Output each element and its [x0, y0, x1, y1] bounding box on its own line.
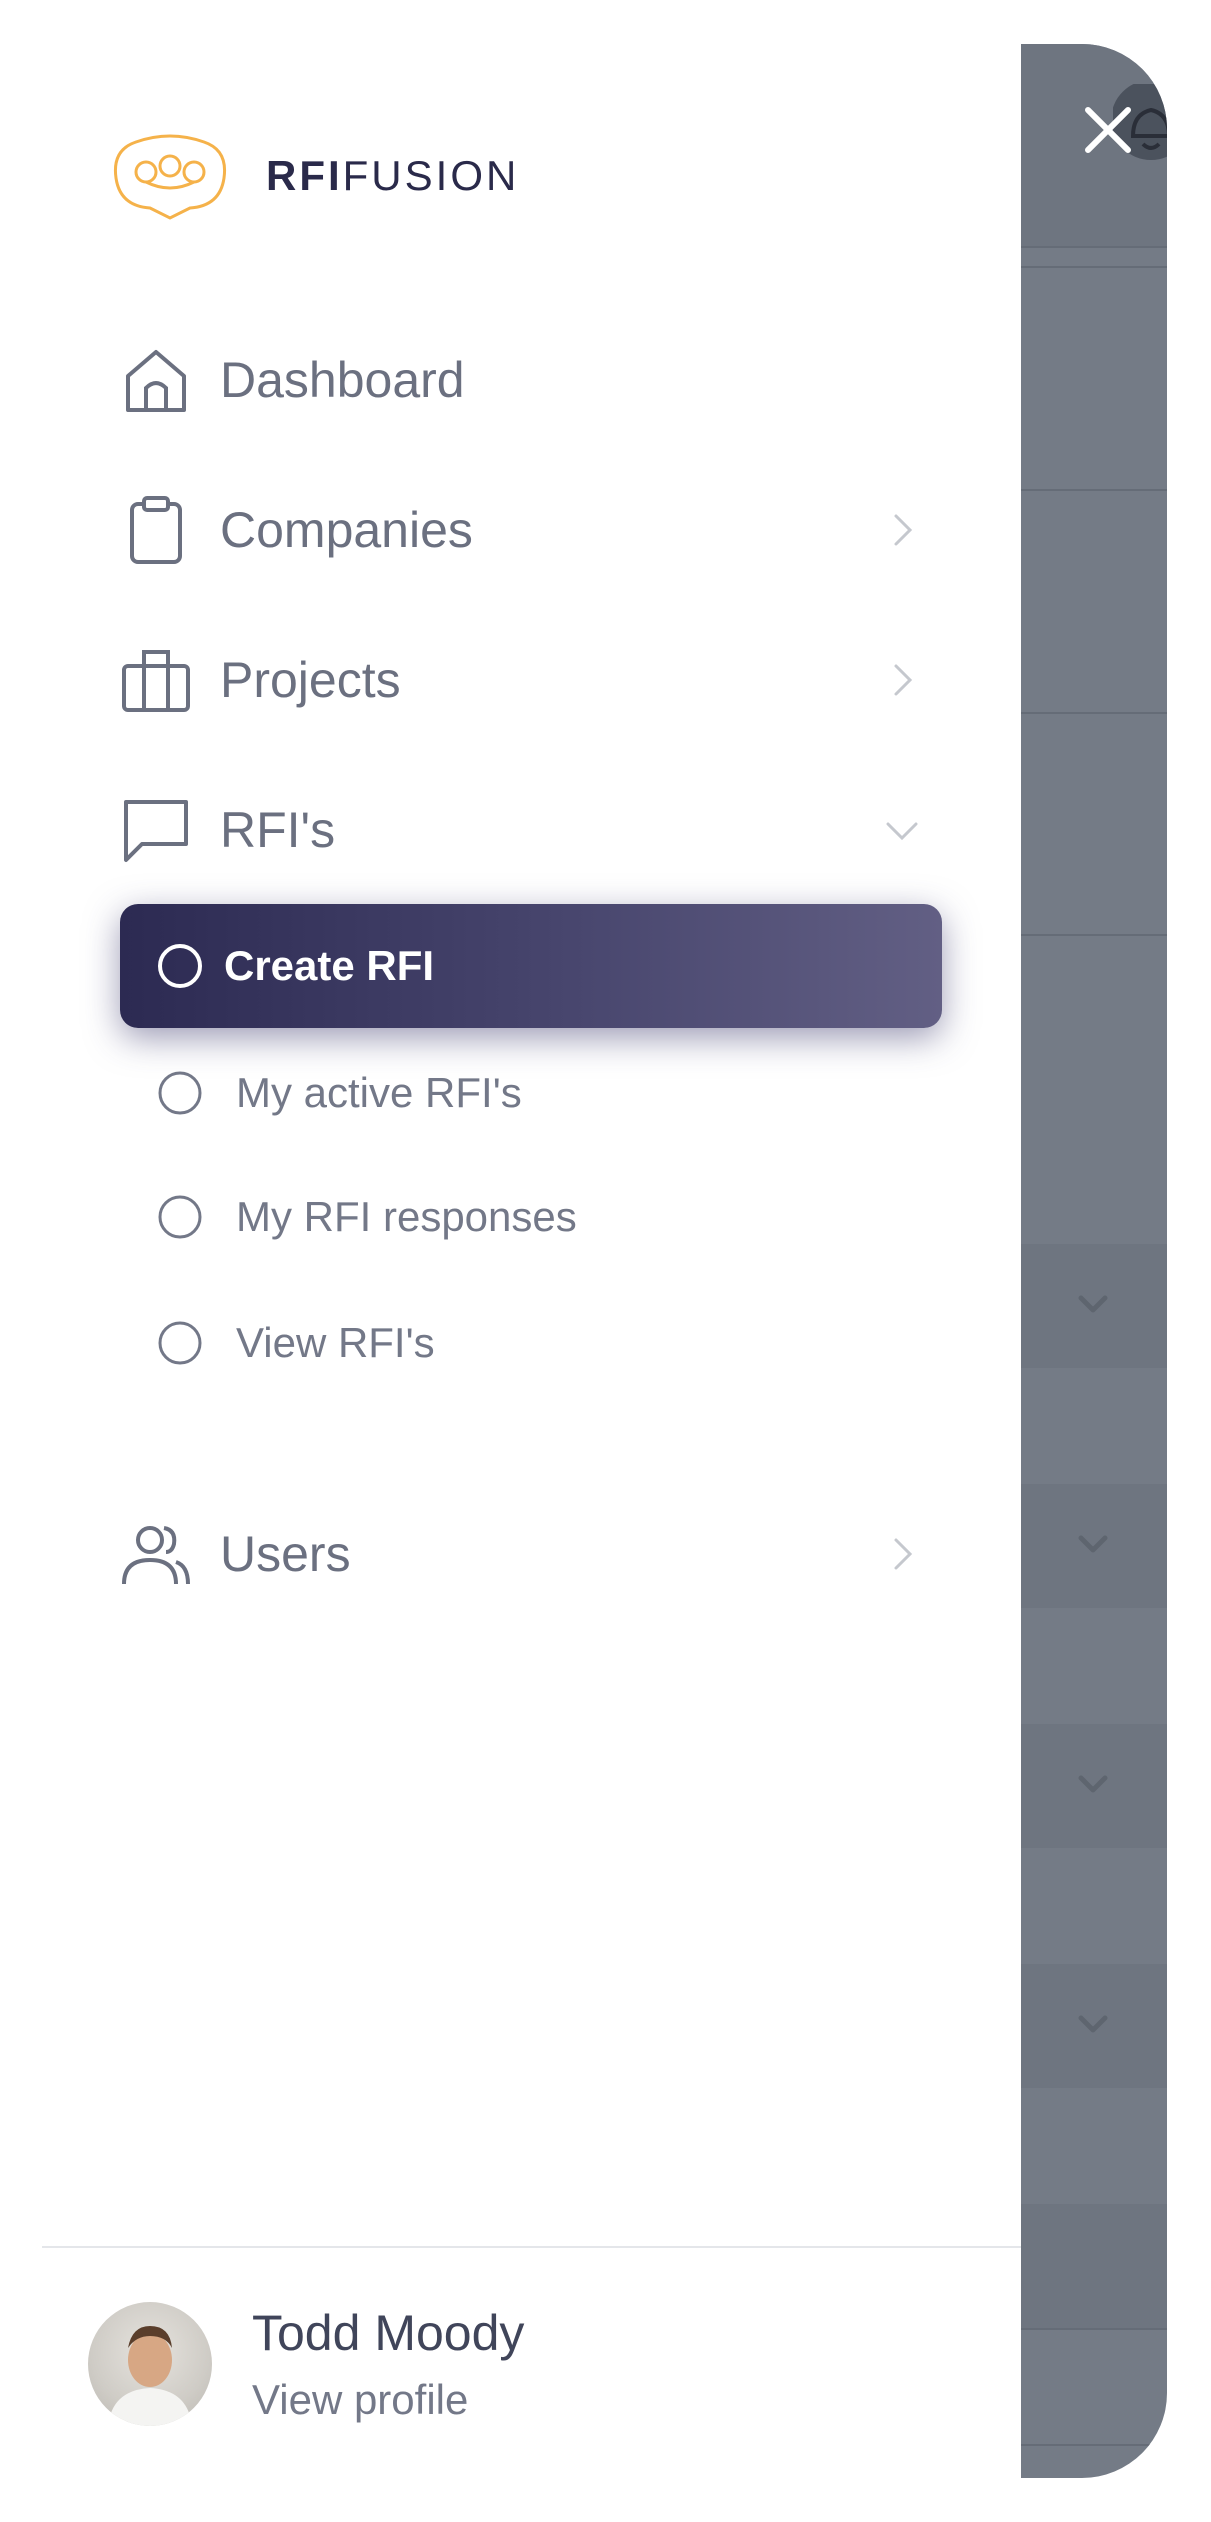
- overlay-band: [1021, 2204, 1167, 2328]
- logo-icon: [113, 134, 227, 220]
- view-profile-link[interactable]: View profile: [252, 2376, 524, 2424]
- divider: [1021, 246, 1167, 248]
- nav-label-rfis: RFI's: [220, 802, 336, 858]
- divider: [1021, 266, 1167, 268]
- radio-icon: [158, 944, 202, 988]
- home-icon: [120, 344, 192, 416]
- chevron-right-icon: [894, 1538, 913, 1570]
- nav-item-dashboard[interactable]: Dashboard: [120, 340, 940, 420]
- divider: [1021, 934, 1167, 936]
- brand-logo[interactable]: RFIFUSION: [106, 132, 519, 220]
- chevron-down-icon[interactable]: [1073, 1284, 1113, 1324]
- brand-name-bold: RFI: [266, 152, 343, 199]
- submenu-label-view-rfis: View RFI's: [236, 1319, 435, 1366]
- avatar-image: [108, 2326, 192, 2426]
- user-profile[interactable]: Todd Moody View profile: [88, 2302, 524, 2426]
- navigation-drawer: RFIFUSION Dashboard Companies Projects R…: [0, 0, 1021, 2522]
- users-icon: [120, 1518, 192, 1590]
- divider: [1021, 2328, 1167, 2330]
- radio-icon: [158, 1195, 202, 1239]
- submenu-item-my-active-rfis[interactable]: My active RFI's: [120, 1048, 942, 1138]
- close-icon[interactable]: [1080, 102, 1136, 158]
- chevron-down-icon[interactable]: [1073, 1524, 1113, 1564]
- nav-item-companies[interactable]: Companies: [120, 490, 940, 570]
- radio-icon: [158, 1071, 202, 1115]
- chevron-down-icon[interactable]: [1073, 2004, 1113, 2044]
- profile-text: Todd Moody View profile: [252, 2304, 524, 2424]
- divider: [1021, 712, 1167, 714]
- background-overlay[interactable]: [1021, 44, 1167, 2478]
- submenu-item-view-rfis[interactable]: View RFI's: [120, 1298, 942, 1388]
- submenu-label-my-active-rfis: My active RFI's: [236, 1069, 522, 1116]
- nav-item-users[interactable]: Users: [120, 1514, 940, 1594]
- clipboard-icon: [120, 494, 192, 566]
- nav-label-projects: Projects: [220, 652, 401, 708]
- profile-name: Todd Moody: [252, 2305, 525, 2361]
- nav-label-dashboard: Dashboard: [220, 352, 465, 408]
- brand-name-light: FUSION: [342, 152, 520, 199]
- avatar[interactable]: [88, 2302, 212, 2426]
- briefcase-icon: [120, 644, 192, 716]
- chat-icon: [120, 794, 192, 866]
- nav-item-rfis[interactable]: RFI's: [120, 790, 940, 870]
- nav-label-companies: Companies: [220, 502, 473, 558]
- chevron-right-icon: [894, 664, 913, 696]
- divider: [1021, 2444, 1167, 2446]
- divider: [1021, 489, 1167, 491]
- brand-name: RFIFUSION: [266, 152, 519, 200]
- profile-divider: [42, 2246, 1021, 2248]
- submenu-item-create-rfi[interactable]: Create RFI: [120, 904, 942, 1028]
- submenu-label-my-rfi-responses: My RFI responses: [236, 1193, 577, 1240]
- submenu-label-create-rfi: Create RFI: [224, 942, 435, 989]
- chevron-down-icon: [886, 822, 918, 841]
- chevron-right-icon: [894, 514, 913, 546]
- submenu-item-my-rfi-responses[interactable]: My RFI responses: [120, 1172, 942, 1262]
- nav-label-users: Users: [220, 1526, 351, 1582]
- nav-item-projects[interactable]: Projects: [120, 640, 940, 720]
- radio-icon: [158, 1321, 202, 1365]
- chevron-down-icon[interactable]: [1073, 1764, 1113, 1804]
